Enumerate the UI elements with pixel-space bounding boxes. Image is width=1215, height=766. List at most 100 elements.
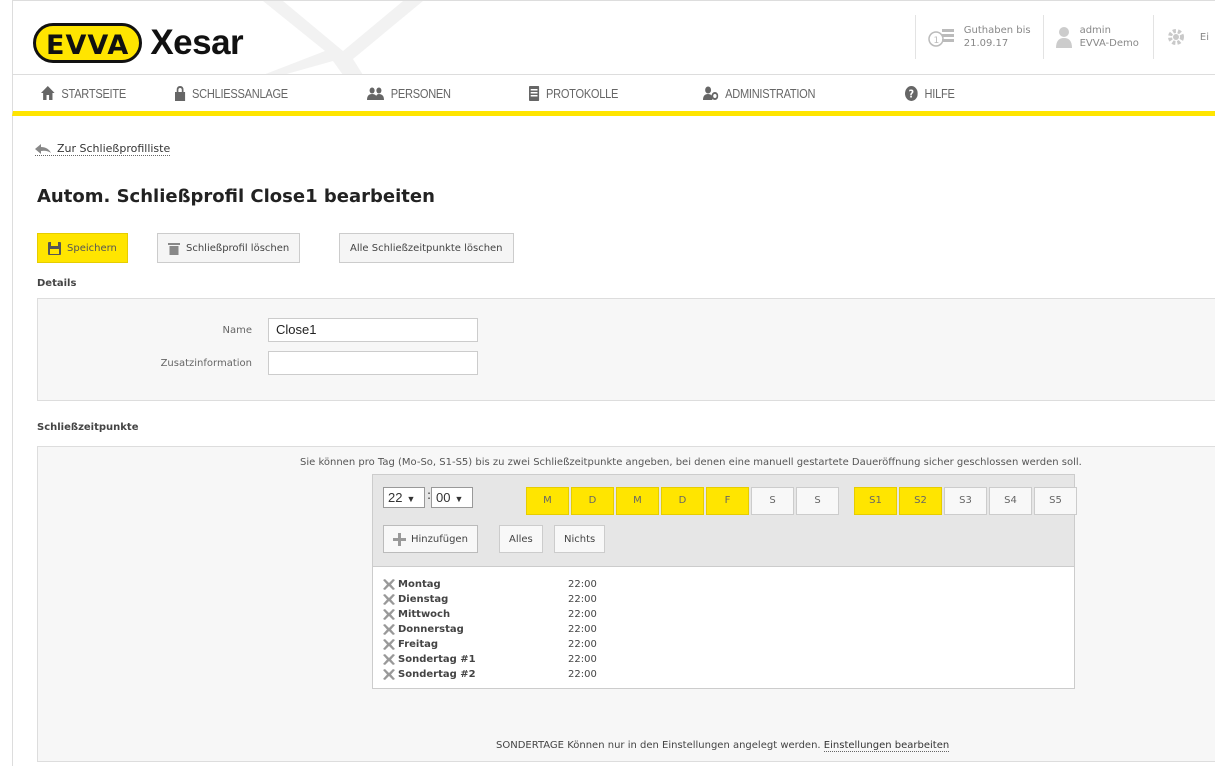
entry-time: 22:00 (568, 609, 597, 620)
special-day-toggle-s3[interactable]: S3 (944, 487, 987, 515)
remove-x-icon[interactable] (383, 609, 395, 620)
settings-area[interactable]: Ei (1152, 15, 1215, 59)
details-section-label: Details (37, 278, 77, 289)
special-days-note: SONDERTAGE Können nur in den Einstellung… (496, 740, 950, 752)
add-button-label: Hinzufügen (411, 533, 468, 545)
minute-select[interactable]: 00 ▼ (431, 487, 473, 508)
edit-settings-link[interactable]: Einstellungen bearbeiten (823, 740, 950, 752)
back-link-label: Zur Schließprofilliste (57, 142, 171, 155)
list-item: Donnerstag 22:00 (383, 622, 1074, 637)
select-none-button[interactable]: Nichts (554, 525, 606, 553)
header-cut-text[interactable]: Ei (1200, 31, 1209, 44)
special-day-toggle-s1[interactable]: S1 (854, 487, 897, 515)
nav-label: HILFE (924, 85, 955, 101)
watermark-x-icon (263, 1, 423, 75)
entry-day: Dienstag (398, 594, 449, 605)
credit-label: Guthaben bis (963, 25, 1031, 36)
entry-time: 22:00 (568, 594, 597, 605)
hour-value: 22 (388, 490, 403, 505)
entry-day: Sondertag #1 (398, 654, 476, 665)
delete-all-label: Alle Schließzeitpunkte löschen (350, 242, 503, 254)
extra-info-label: Zusatzinformation (160, 357, 252, 369)
remove-x-icon[interactable] (383, 594, 395, 605)
entry-day: Donnerstag (398, 624, 464, 635)
special-day-toggle-s2[interactable]: S2 (899, 487, 942, 515)
nav-personen[interactable]: PERSONEN (367, 86, 493, 101)
day-toggle-monday[interactable]: M (526, 487, 569, 515)
remove-x-icon[interactable] (383, 669, 395, 680)
trash-icon (168, 242, 180, 255)
nav-label: ADMINISTRATION (725, 85, 816, 101)
logo-text: Xesar (150, 23, 244, 62)
save-button-label: Speichern (67, 242, 117, 254)
back-arrow-icon (35, 143, 51, 154)
credit-info[interactable]: 1 Guthaben bis 21.09.17 (914, 15, 1043, 59)
lock-icon (175, 85, 186, 101)
list-item: Mittwoch 22:00 (383, 607, 1074, 622)
day-toggle-saturday[interactable]: S (751, 487, 794, 515)
entry-time: 22:00 (568, 654, 597, 665)
select-all-button[interactable]: Alles (499, 525, 543, 553)
entry-day: Mittwoch (398, 609, 451, 620)
day-toggle-wednesday[interactable]: M (616, 487, 659, 515)
schedule-editor: 22 ▼ : 00 ▼ M D M D F S S S1 S2 S3 S4 S5 H… (372, 474, 1077, 689)
entry-time: 22:00 (568, 669, 597, 680)
day-toggle-tuesday[interactable]: D (571, 487, 614, 515)
day-toggle-friday[interactable]: F (706, 487, 749, 515)
back-to-list-link[interactable]: Zur Schließprofilliste (35, 142, 171, 156)
name-label: Name (222, 324, 252, 336)
hour-select[interactable]: 22 ▼ (383, 487, 425, 508)
list-item: Dienstag 22:00 (383, 592, 1074, 607)
entry-time: 22:00 (568, 639, 597, 650)
closing-times-list: Montag 22:00 Dienstag 22:00 Mittwoch 22:00 … (373, 567, 1074, 688)
remove-x-icon[interactable] (383, 579, 395, 590)
day-toggle-thursday[interactable]: D (661, 487, 704, 515)
nav-label: STARTSEITE (61, 85, 126, 101)
nav-hilfe[interactable]: ? HILFE (905, 85, 982, 101)
delete-profile-button[interactable]: Schließprofil löschen (157, 233, 301, 263)
extra-info-input[interactable] (268, 351, 478, 375)
list-item: Montag 22:00 (383, 577, 1074, 592)
remove-x-icon[interactable] (383, 654, 395, 665)
page-title: Autom. Schließprofil Close1 bearbeiten (37, 186, 435, 207)
entry-time: 22:00 (568, 624, 597, 635)
special-days-text: Können nur in den Einstellungen angelegt… (567, 740, 821, 751)
add-button[interactable]: Hinzufügen (383, 525, 478, 553)
minute-value: 00 (436, 490, 451, 505)
day-toggle-sunday[interactable]: S (796, 487, 839, 515)
remove-x-icon[interactable] (383, 639, 395, 650)
user-icon (1055, 27, 1072, 48)
main-nav: STARTSEITE SCHLIESSANLAGE PERSONEN PROTO… (12, 74, 1215, 116)
nav-protokolle[interactable]: PROTOKOLLE (529, 85, 665, 101)
document-icon (529, 85, 540, 101)
save-button[interactable]: Speichern (37, 233, 128, 263)
people-icon (367, 87, 384, 100)
nav-label: SCHLIESSANLAGE (192, 85, 288, 101)
entry-day: Montag (398, 579, 441, 590)
home-icon (41, 86, 55, 100)
svg-text:1: 1 (933, 36, 939, 46)
svg-text:?: ? (909, 88, 914, 100)
user-info[interactable]: admin EVVA-Demo (1042, 15, 1153, 59)
chevron-down-icon: ▼ (454, 494, 464, 504)
details-panel: Name Close1 Zusatzinformation (37, 298, 1215, 401)
name-input[interactable]: Close1 (268, 318, 478, 342)
schedule-panel: Sie können pro Tag (Mo-So, S1-S5) bis zu… (37, 446, 1215, 762)
user-org: EVVA-Demo (1079, 38, 1139, 49)
nav-administration[interactable]: ADMINISTRATION (703, 86, 863, 101)
nav-schliessanlage[interactable]: SCHLIESSANLAGE (175, 85, 326, 101)
coins-icon: 1 (928, 29, 954, 47)
nav-startseite[interactable]: STARTSEITE (41, 86, 143, 101)
plus-icon (393, 532, 406, 546)
main-content: Zur Schließprofilliste Autom. Schließpro… (12, 116, 1215, 766)
special-day-toggle-s4[interactable]: S4 (989, 487, 1032, 515)
remove-x-icon[interactable] (383, 624, 395, 635)
delete-all-times-button[interactable]: Alle Schließzeitpunkte löschen (339, 233, 514, 263)
nav-label: PROTOKOLLE (546, 85, 619, 101)
special-day-toggle-s5[interactable]: S5 (1034, 487, 1077, 515)
floppy-disk-icon (48, 241, 61, 255)
schedule-hint: Sie können pro Tag (Mo-So, S1-S5) bis zu… (300, 457, 1082, 468)
gear-icon[interactable] (1166, 27, 1186, 47)
help-icon: ? (905, 85, 918, 101)
evva-xesar-logo[interactable]: EVVA Xesar (33, 23, 244, 63)
